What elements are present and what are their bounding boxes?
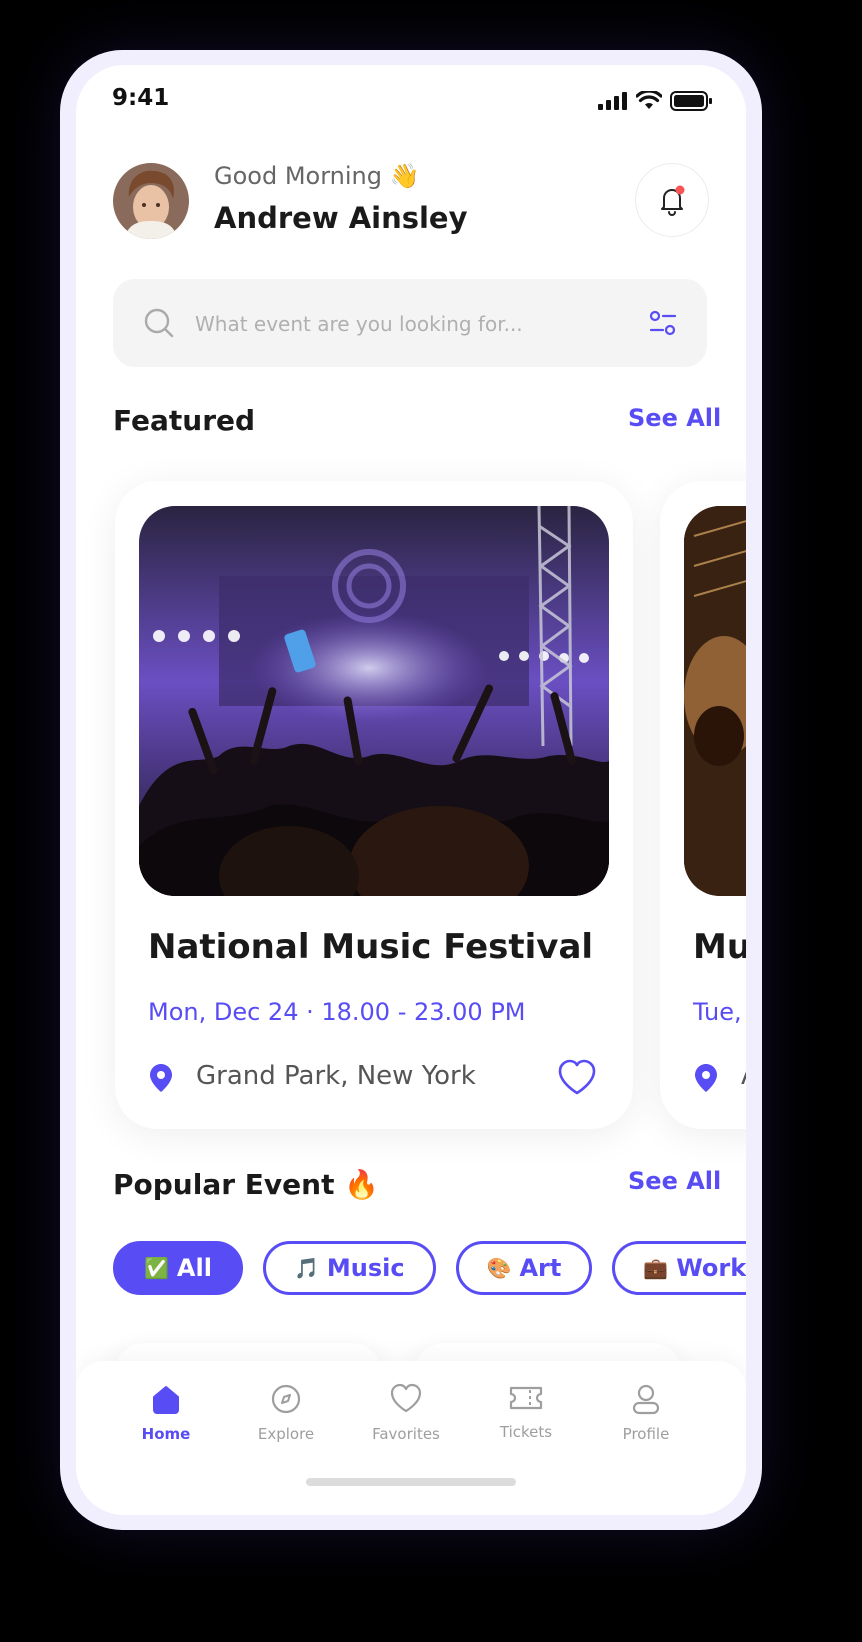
avatar[interactable] xyxy=(113,163,189,239)
event-image xyxy=(684,506,746,896)
chip-label: Art xyxy=(519,1254,562,1282)
home-icon xyxy=(153,1386,179,1414)
tab-label: Explore xyxy=(257,1425,315,1443)
music-note-icon: 🎵 xyxy=(293,1256,319,1280)
chip-label: All xyxy=(176,1254,212,1282)
tab-label: Profile xyxy=(622,1425,670,1443)
location-pin-icon xyxy=(150,1064,172,1092)
category-chips: ✅ All 🎵 Music 🎨 Art 💼 Workshops xyxy=(113,1241,746,1295)
tab-label: Home xyxy=(141,1425,191,1443)
featured-event-card[interactable]: Mu Tue, A xyxy=(660,481,746,1129)
location-pin-icon xyxy=(695,1064,717,1092)
notification-button[interactable] xyxy=(635,163,709,237)
status-bar: 9:41 xyxy=(76,65,746,135)
search-input[interactable] xyxy=(193,301,637,347)
event-location: Grand Park, New York xyxy=(196,1061,476,1091)
featured-title: Featured xyxy=(113,404,256,437)
event-title: National Music Festival xyxy=(148,927,594,967)
search-bar[interactable] xyxy=(113,279,707,367)
event-location: A xyxy=(741,1061,746,1091)
search-icon xyxy=(144,308,174,338)
avatar-image xyxy=(113,163,189,239)
user-name: Andrew Ainsley xyxy=(214,201,468,235)
tab-home[interactable]: Home xyxy=(111,1383,221,1443)
tab-profile[interactable]: Profile xyxy=(591,1383,701,1443)
status-time: 9:41 xyxy=(112,85,170,111)
tab-tickets[interactable]: Tickets xyxy=(471,1383,581,1441)
tab-label: Tickets xyxy=(499,1423,553,1441)
bell-icon xyxy=(661,185,685,216)
app-screen: 9:41 Good Morning 👋 Andrew Ainsley What … xyxy=(76,65,746,1515)
popular-title: Popular Event 🔥 xyxy=(113,1168,380,1201)
wifi-icon xyxy=(636,91,662,109)
signal-icon xyxy=(598,92,627,110)
user-icon xyxy=(632,1384,660,1415)
bottom-tab-bar: Home Explore Favorites Tickets Profile xyxy=(76,1361,746,1515)
check-icon: ✅ xyxy=(144,1256,169,1280)
home-indicator xyxy=(306,1478,516,1486)
popular-see-all-link[interactable]: See All xyxy=(628,1167,721,1195)
event-date: Mon, Dec 24 · 18.00 - 23.00 PM xyxy=(148,998,526,1026)
heart-icon xyxy=(390,1383,422,1413)
briefcase-icon: 💼 xyxy=(643,1256,669,1280)
event-date: Tue, xyxy=(693,998,742,1026)
chip-label: Workshops xyxy=(676,1254,746,1282)
chip-workshops[interactable]: 💼 Workshops xyxy=(612,1241,746,1295)
ticket-icon xyxy=(509,1386,543,1410)
tab-label: Favorites xyxy=(372,1425,440,1443)
chip-all[interactable]: ✅ All xyxy=(113,1241,243,1295)
featured-see-all-link[interactable]: See All xyxy=(628,404,721,432)
event-title: Mu xyxy=(693,927,746,967)
featured-event-card[interactable]: National Music Festival Mon, Dec 24 · 18… xyxy=(115,481,633,1129)
tab-explore[interactable]: Explore xyxy=(231,1383,341,1443)
palette-icon: 🎨 xyxy=(486,1256,512,1280)
favorite-heart-icon[interactable] xyxy=(557,1059,597,1097)
chip-label: Music xyxy=(326,1254,405,1282)
chip-art[interactable]: 🎨 Art xyxy=(455,1241,593,1295)
status-icons xyxy=(598,91,712,111)
greeting-text: Good Morning 👋 xyxy=(214,162,420,190)
phone-frame: 9:41 Good Morning 👋 Andrew Ainsley What … xyxy=(60,50,762,1530)
filter-icon[interactable] xyxy=(649,310,677,336)
compass-icon xyxy=(271,1384,301,1414)
chip-music[interactable]: 🎵 Music xyxy=(262,1241,436,1295)
tab-favorites[interactable]: Favorites xyxy=(351,1383,461,1443)
battery-icon xyxy=(670,91,712,111)
event-image xyxy=(139,506,609,896)
